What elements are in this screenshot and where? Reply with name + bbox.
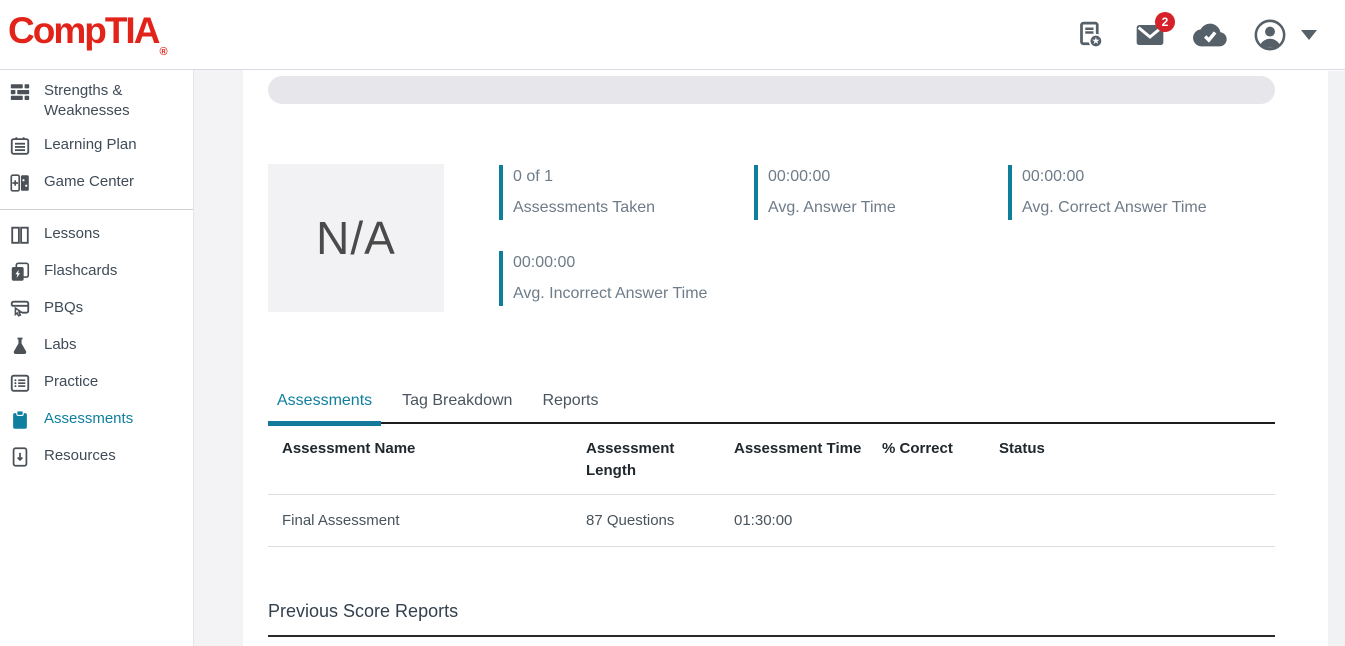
- pbq-icon: [8, 297, 32, 321]
- stat-value: 00:00:00: [768, 166, 1008, 188]
- sidebar-nav: Strengths & Weaknesses Learning Plan: [0, 70, 194, 646]
- header-icon-group: ★ 2: [1073, 0, 1317, 70]
- sidebar-item-lessons[interactable]: Lessons: [0, 217, 193, 254]
- practice-icon: [8, 371, 32, 395]
- sidebar-item-label: Strengths & Weaknesses: [44, 81, 185, 121]
- sidebar-item-label: PBQs: [44, 298, 83, 318]
- stat-label: Avg. Answer Time: [768, 197, 1008, 219]
- assessments-icon: [8, 408, 32, 432]
- sidebar-item-strengths-weaknesses[interactable]: Strengths & Weaknesses: [0, 74, 193, 128]
- avatar-icon[interactable]: [1253, 18, 1287, 52]
- sidebar-item-resources[interactable]: Resources: [0, 439, 193, 476]
- cloud-check-icon[interactable]: [1193, 18, 1227, 52]
- cell-assessment-time: 01:30:00: [734, 512, 882, 529]
- score-report-icon[interactable]: ★: [1073, 18, 1107, 52]
- sidebar-item-labs[interactable]: Labs: [0, 328, 193, 365]
- stat-value: 00:00:00: [1022, 166, 1207, 188]
- account-menu-caret-icon[interactable]: [1301, 30, 1317, 40]
- stat-assessments-taken: 0 of 1 Assessments Taken: [499, 165, 754, 220]
- resources-icon: [8, 445, 32, 469]
- content-tabs: Assessments Tag Breakdown Reports: [268, 392, 1275, 424]
- stat-label: Avg. Incorrect Answer Time: [513, 283, 754, 305]
- sidebar-content-gutter: [194, 70, 243, 646]
- logo-text: CompTIA: [8, 10, 158, 51]
- col-assessment-time: Assessment Time: [734, 438, 882, 482]
- sidebar-item-label: Learning Plan: [44, 135, 137, 155]
- sidebar-item-label: Game Center: [44, 172, 134, 192]
- sidebar-item-game-center[interactable]: Game Center: [0, 165, 193, 202]
- svg-text:★: ★: [1092, 36, 1100, 46]
- app-window: CompTIA® ★ 2: [0, 0, 1345, 646]
- table-row[interactable]: Final Assessment 87 Questions 01:30:00: [268, 495, 1275, 547]
- stat-label: Avg. Correct Answer Time: [1022, 197, 1207, 219]
- col-assessment-length: Assessment Length: [586, 438, 682, 482]
- vertical-scrollbar[interactable]: [1328, 71, 1345, 646]
- labs-icon: [8, 334, 32, 358]
- sidebar-item-practice[interactable]: Practice: [0, 365, 193, 402]
- lessons-icon: [8, 223, 32, 247]
- tab-tag-breakdown[interactable]: Tag Breakdown: [393, 392, 521, 422]
- assessments-table: Assessment Name Assessment Length Assess…: [268, 424, 1275, 547]
- learning-plan-icon: [8, 134, 32, 158]
- sidebar-item-flashcards[interactable]: Flashcards: [0, 254, 193, 291]
- col-percent-correct: % Correct: [882, 438, 999, 482]
- mail-icon[interactable]: 2: [1133, 18, 1167, 52]
- table-header-row: Assessment Name Assessment Length Assess…: [268, 424, 1275, 495]
- stat-value: 00:00:00: [513, 252, 754, 274]
- sidebar-item-label: Assessments: [44, 409, 133, 429]
- flashcards-icon: [8, 260, 32, 284]
- sidebar-item-label: Practice: [44, 372, 98, 392]
- sidebar-item-learning-plan[interactable]: Learning Plan: [0, 128, 193, 165]
- stat-avg-correct-answer-time: 00:00:00 Avg. Correct Answer Time: [1008, 165, 1207, 220]
- sidebar-item-assessments[interactable]: Assessments: [0, 402, 193, 439]
- score-placeholder: N/A: [316, 211, 396, 265]
- previous-reports-divider: [268, 635, 1275, 637]
- sidebar-item-label: Lessons: [44, 224, 100, 244]
- cell-assessment-length: 87 Questions: [586, 512, 734, 529]
- comptia-logo[interactable]: CompTIA®: [8, 8, 168, 75]
- mail-badge: 2: [1155, 12, 1175, 32]
- sidebar-item-label: Labs: [44, 335, 77, 355]
- stat-avg-incorrect-answer-time: 00:00:00 Avg. Incorrect Answer Time: [499, 251, 754, 306]
- game-center-icon: [8, 171, 32, 195]
- sidebar-divider: [0, 209, 193, 210]
- main-content: N/A 0 of 1 Assessments Taken 00:00:00 Av…: [243, 70, 1328, 646]
- tab-reports[interactable]: Reports: [533, 392, 607, 422]
- top-header: CompTIA® ★ 2: [0, 0, 1345, 70]
- strengths-icon: [8, 80, 32, 104]
- progress-bar: [268, 76, 1275, 104]
- stat-avg-answer-time: 00:00:00 Avg. Answer Time: [754, 165, 1008, 220]
- tab-assessments[interactable]: Assessments: [268, 392, 381, 422]
- sidebar-item-pbqs[interactable]: PBQs: [0, 291, 193, 328]
- stat-label: Assessments Taken: [513, 197, 754, 219]
- sidebar-item-label: Resources: [44, 446, 116, 466]
- col-assessment-name: Assessment Name: [282, 438, 586, 482]
- assessment-summary: N/A 0 of 1 Assessments Taken 00:00:00 Av…: [268, 164, 1275, 312]
- registered-mark: ®: [159, 46, 167, 58]
- stats-grid: 0 of 1 Assessments Taken 00:00:00 Avg. A…: [499, 164, 1207, 312]
- col-status: Status: [999, 438, 1275, 482]
- sidebar-item-label: Flashcards: [44, 261, 117, 281]
- stat-value: 0 of 1: [513, 166, 754, 188]
- cell-assessment-name[interactable]: Final Assessment: [282, 512, 586, 529]
- score-placeholder-box: N/A: [268, 164, 444, 312]
- previous-score-reports-heading: Previous Score Reports: [268, 601, 1275, 622]
